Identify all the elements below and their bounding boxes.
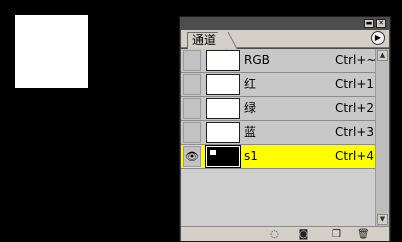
visibility-toggle[interactable]: 👁	[183, 146, 201, 167]
channel-list: RGB Ctrl+~ 红 Ctrl+1 绿 Ctrl+2 蓝 Ctrl+3 👁 …	[181, 49, 389, 226]
channel-thumbnail	[206, 50, 240, 71]
channel-thumbnail	[205, 145, 241, 168]
eye-icon: 👁	[185, 150, 199, 163]
channel-row-green[interactable]: 绿 Ctrl+2	[181, 97, 375, 121]
channel-row-s1[interactable]: 👁 s1 Ctrl+4	[181, 145, 375, 169]
save-selection-icon[interactable]: ◙	[298, 229, 309, 240]
channel-thumbnail	[206, 122, 240, 143]
vertical-scrollbar[interactable]: ▲ ▼	[375, 49, 389, 226]
new-channel-icon[interactable]: ❐	[331, 229, 342, 240]
close-icon[interactable]: ✕	[376, 19, 386, 28]
channel-name: 绿	[244, 101, 257, 115]
channel-name: RGB	[244, 53, 270, 67]
minimize-icon[interactable]: ▬	[364, 19, 374, 28]
panel-titlebar[interactable]: ▬ ✕	[180, 17, 390, 30]
scroll-up-icon[interactable]: ▲	[377, 50, 388, 61]
channel-name: 蓝	[244, 125, 257, 139]
channel-row-rgb[interactable]: RGB Ctrl+~	[181, 49, 377, 73]
tab-channels[interactable]: 通道	[187, 32, 228, 49]
panel-tab-row: 通道 ▶	[181, 30, 389, 49]
visibility-toggle[interactable]	[183, 74, 201, 95]
delete-channel-icon[interactable]: 🗑	[357, 229, 370, 240]
channels-panel: ▬ ✕ 通道 ▶ RGB Ctrl+~ 红 Ctrl+1 绿 Ctrl+2 蓝	[179, 16, 391, 242]
thumbnail-mark	[210, 150, 216, 155]
channel-name: 红	[244, 77, 257, 91]
visibility-toggle[interactable]	[183, 50, 201, 71]
document-canvas[interactable]	[15, 15, 88, 88]
channel-shortcut: Ctrl+~	[335, 53, 377, 67]
channel-name: s1	[244, 149, 258, 163]
channel-thumbnail	[206, 98, 240, 119]
visibility-toggle[interactable]	[183, 122, 201, 143]
channel-shortcut: Ctrl+2	[335, 101, 375, 115]
panel-menu-icon[interactable]: ▶	[371, 31, 385, 45]
channel-thumbnail	[206, 74, 240, 95]
visibility-toggle[interactable]	[183, 98, 201, 119]
channel-row-red[interactable]: 红 Ctrl+1	[181, 73, 375, 97]
channel-shortcut: Ctrl+1	[335, 77, 375, 91]
channel-shortcut: Ctrl+4	[335, 149, 375, 163]
panel-footer: ◌ ◙ ❐ 🗑	[181, 226, 389, 241]
channel-row-blue[interactable]: 蓝 Ctrl+3	[181, 121, 375, 145]
channel-shortcut: Ctrl+3	[335, 125, 375, 139]
load-selection-icon[interactable]: ◌	[269, 229, 280, 240]
scroll-down-icon[interactable]: ▼	[377, 214, 388, 225]
